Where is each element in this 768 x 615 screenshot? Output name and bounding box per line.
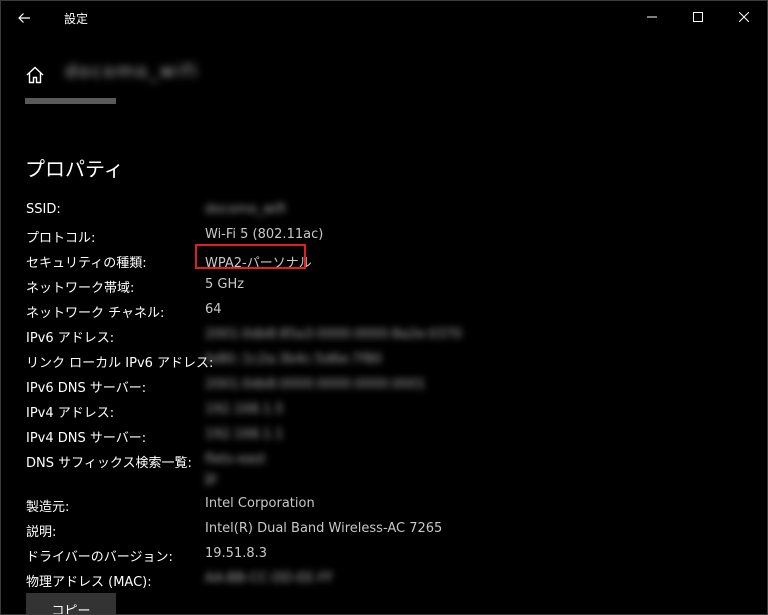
prop-value-ssid: docomo_wifi: [205, 202, 286, 217]
prop-value-link-local-ipv6: fe80::1c2a:3b4c:5d6e:7f80: [205, 352, 382, 367]
prop-label-dns-suffix: DNS サフィックス検索一覧:: [26, 456, 192, 471]
prop-label-link-local-ipv6: リンク ローカル IPv6 アドレス:: [26, 356, 214, 371]
prop-label-ipv4-address: IPv4 アドレス:: [26, 406, 115, 421]
prop-label-ipv6-address: IPv6 アドレス:: [26, 331, 115, 346]
highlight-box: [195, 244, 306, 269]
prop-label-manufacturer: 製造元:: [26, 500, 70, 515]
prop-value-ipv6-dns: 2001:0db8:0000:0000:0000:0001: [205, 377, 426, 392]
prop-value-ipv4-address: 192.168.1.5: [205, 402, 284, 417]
prop-label-ipv4-dns: IPv4 DNS サーバー:: [26, 431, 147, 446]
prop-value-description: Intel(R) Dual Band Wireless-AC 7265: [205, 521, 443, 536]
prop-label-driver-version: ドライバーのバージョン:: [26, 550, 173, 565]
prop-label-ssid: SSID:: [26, 202, 61, 217]
prop-value-ipv6-address: 2001:0db8:85a3:0000:0000:8a2e:0370: [205, 327, 462, 342]
prop-value-band: 5 GHz: [205, 277, 245, 292]
prop-value-dns-suffix-1: flets-east: [205, 452, 266, 467]
prop-label-mac: 物理アドレス (MAC):: [26, 575, 152, 590]
copy-button[interactable]: コピー: [26, 593, 116, 614]
prop-value-protocol: Wi-Fi 5 (802.11ac): [205, 227, 324, 242]
prop-label-channel: ネットワーク チャネル:: [26, 306, 165, 321]
prop-label-protocol: プロトコル:: [26, 231, 96, 246]
prop-value-manufacturer: Intel Corporation: [205, 496, 315, 511]
prop-label-band: ネットワーク帯域:: [26, 281, 135, 296]
prop-label-description: 説明:: [26, 525, 57, 540]
prop-label-security-type: セキュリティの種類:: [26, 256, 147, 271]
prop-value-dns-suffix-2: jp: [205, 471, 217, 486]
prop-label-ipv6-dns: IPv6 DNS サーバー:: [26, 381, 147, 396]
prop-value-ipv4-dns: 192.168.1.1: [205, 427, 284, 442]
settings-window: 設定 docomo_wifi プロパティ SSID: docomo_wifi プ…: [0, 0, 768, 615]
prop-value-mac: AA-BB-CC-DD-EE-FF: [205, 571, 334, 586]
properties-list: SSID: docomo_wifi プロトコル: Wi-Fi 5 (802.11…: [1, 1, 767, 614]
prop-value-driver-version: 19.51.8.3: [205, 546, 268, 561]
prop-value-channel: 64: [205, 302, 222, 317]
